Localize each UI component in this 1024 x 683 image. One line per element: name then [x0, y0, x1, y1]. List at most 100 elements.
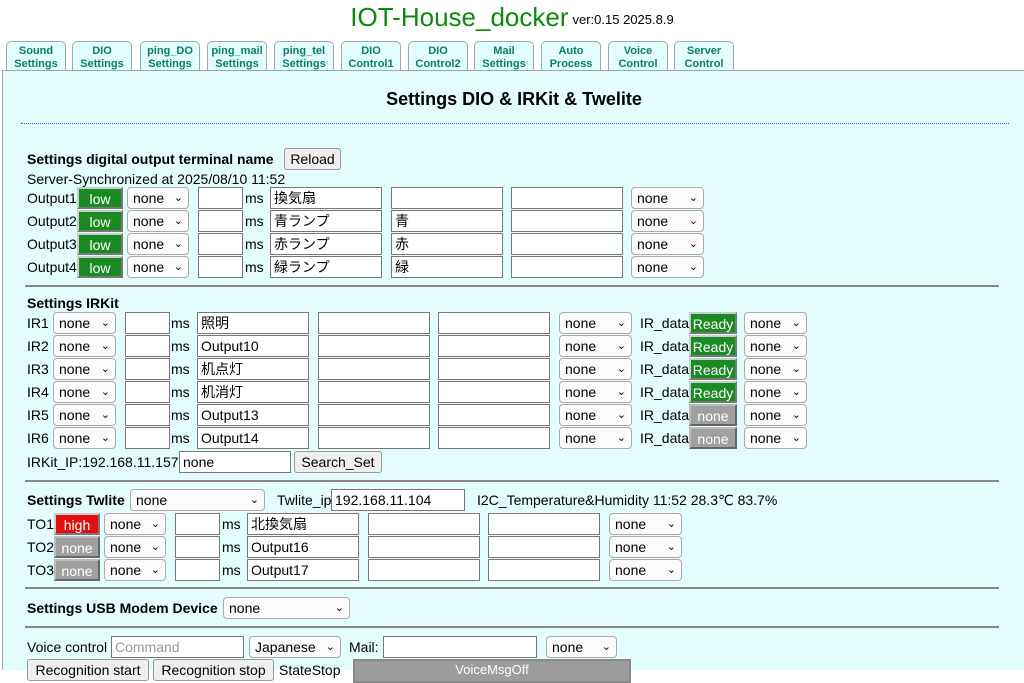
output-ms-input[interactable] [198, 256, 243, 278]
output-state-button[interactable]: low [77, 210, 123, 232]
to-name-input[interactable]: 北換気扇 [247, 513, 359, 535]
ir-data-state[interactable]: Ready [689, 381, 737, 403]
output-alias-input[interactable]: 緑 [391, 256, 503, 278]
tab-ping-tel-settings[interactable]: ping_tel Settings [274, 41, 334, 71]
output-state-button[interactable]: low [77, 256, 123, 278]
ir-ms-input[interactable] [125, 358, 170, 380]
to-name-input[interactable]: Output17 [247, 559, 359, 581]
output-state-button[interactable]: low [77, 233, 123, 255]
ir-data-select[interactable]: none ⌄ [744, 312, 807, 334]
output-name-input[interactable]: 赤ランプ [270, 233, 382, 255]
ir-name-input[interactable]: 照明 [197, 312, 309, 334]
twelite-select[interactable]: none ⌄ [130, 489, 265, 511]
ir-alias-input[interactable] [318, 381, 430, 403]
output-mode-select[interactable]: none ⌄ [127, 187, 189, 209]
to-state-button[interactable]: none [54, 559, 100, 581]
ir-alias-input[interactable] [318, 312, 430, 334]
tab-voice-control[interactable]: Voice Control [608, 41, 668, 71]
ir-ms-input[interactable] [125, 381, 170, 403]
to-mode-select[interactable]: none ⌄ [104, 559, 166, 581]
twelite-ip-input[interactable]: 192.168.11.104 [331, 489, 465, 511]
ir-alias-input[interactable] [318, 427, 430, 449]
to-alias-input[interactable] [368, 536, 480, 558]
tab-dio-control1[interactable]: DIO Control1 [341, 41, 401, 71]
ir-alias-input[interactable] [318, 358, 430, 380]
ir-alias-input[interactable] [318, 404, 430, 426]
to-state-button[interactable]: high [54, 513, 100, 535]
ir-name-input[interactable]: 机点灯 [197, 358, 309, 380]
ir-mode-select[interactable]: none ⌄ [53, 358, 116, 380]
mail-input[interactable] [383, 636, 537, 658]
ir-action-select[interactable]: none ⌄ [559, 335, 632, 357]
ir-mode-select[interactable]: none ⌄ [53, 404, 116, 426]
output-mode-select[interactable]: none ⌄ [127, 210, 189, 232]
tab-mail-settings[interactable]: Mail Settings [474, 41, 534, 71]
to-extra-input[interactable] [488, 559, 600, 581]
ir-extra-input[interactable] [438, 312, 550, 334]
to-ms-input[interactable] [175, 536, 220, 558]
ir-name-input[interactable]: 机消灯 [197, 381, 309, 403]
output-extra-input[interactable] [511, 187, 623, 209]
output-name-input[interactable]: 青ランプ [270, 210, 382, 232]
to-action-select[interactable]: none ⌄ [609, 513, 682, 535]
ir-action-select[interactable]: none ⌄ [559, 358, 632, 380]
output-ms-input[interactable] [198, 210, 243, 232]
output-action-select[interactable]: none ⌄ [631, 256, 704, 278]
language-select[interactable]: Japanese ⌄ [249, 636, 341, 658]
ir-data-state[interactable]: Ready [689, 335, 737, 357]
irkit-ip-input[interactable]: none [179, 451, 291, 473]
to-alias-input[interactable] [368, 513, 480, 535]
output-extra-input[interactable] [511, 210, 623, 232]
to-action-select[interactable]: none ⌄ [609, 536, 682, 558]
to-state-button[interactable]: none [54, 536, 100, 558]
ir-action-select[interactable]: none ⌄ [559, 427, 632, 449]
output-ms-input[interactable] [198, 187, 243, 209]
ir-data-select[interactable]: none ⌄ [744, 381, 807, 403]
tab-sound-settings[interactable]: Sound Settings [6, 41, 66, 71]
ir-data-select[interactable]: none ⌄ [744, 404, 807, 426]
to-mode-select[interactable]: none ⌄ [104, 536, 166, 558]
output-mode-select[interactable]: none ⌄ [127, 233, 189, 255]
to-extra-input[interactable] [488, 513, 600, 535]
tab-auto-process[interactable]: Auto Process [541, 41, 601, 71]
ir-ms-input[interactable] [125, 312, 170, 334]
tab-ping-mail-settings[interactable]: ping_mail Settings [207, 41, 267, 71]
ir-name-input[interactable]: Output14 [197, 427, 309, 449]
ir-action-select[interactable]: none ⌄ [559, 381, 632, 403]
output-extra-input[interactable] [511, 256, 623, 278]
to-alias-input[interactable] [368, 559, 480, 581]
ir-ms-input[interactable] [125, 427, 170, 449]
usb-modem-select[interactable]: none ⌄ [223, 597, 350, 619]
ir-mode-select[interactable]: none ⌄ [53, 335, 116, 357]
ir-extra-input[interactable] [438, 335, 550, 357]
tab-server-control[interactable]: Server Control [674, 41, 734, 71]
ir-extra-input[interactable] [438, 358, 550, 380]
ir-alias-input[interactable] [318, 335, 430, 357]
to-extra-input[interactable] [488, 536, 600, 558]
output-action-select[interactable]: none ⌄ [631, 187, 704, 209]
ir-data-select[interactable]: none ⌄ [744, 358, 807, 380]
ir-data-state[interactable]: none [689, 404, 737, 426]
output-ms-input[interactable] [198, 233, 243, 255]
to-name-input[interactable]: Output16 [247, 536, 359, 558]
output-state-button[interactable]: low [77, 187, 123, 209]
output-action-select[interactable]: none ⌄ [631, 233, 704, 255]
output-name-input[interactable]: 緑ランプ [270, 256, 382, 278]
to-action-select[interactable]: none ⌄ [609, 559, 682, 581]
output-mode-select[interactable]: none ⌄ [127, 256, 189, 278]
ir-mode-select[interactable]: none ⌄ [53, 381, 116, 403]
command-input[interactable]: Command [111, 636, 244, 658]
tab-dio-control2[interactable]: DIO Control2 [408, 41, 468, 71]
reload-button[interactable]: Reload [284, 148, 341, 170]
ir-ms-input[interactable] [125, 335, 170, 357]
ir-data-select[interactable]: none ⌄ [744, 427, 807, 449]
output-extra-input[interactable] [511, 233, 623, 255]
ir-mode-select[interactable]: none ⌄ [53, 312, 116, 334]
ir-data-select[interactable]: none ⌄ [744, 335, 807, 357]
output-alias-input[interactable]: 赤 [391, 233, 503, 255]
to-mode-select[interactable]: none ⌄ [104, 513, 166, 535]
output-name-input[interactable]: 換気扇 [270, 187, 382, 209]
tab-dio-settings[interactable]: DIO Settings [72, 41, 132, 71]
recognition-stop-button[interactable]: Recognition stop [153, 659, 274, 681]
ir-extra-input[interactable] [438, 381, 550, 403]
